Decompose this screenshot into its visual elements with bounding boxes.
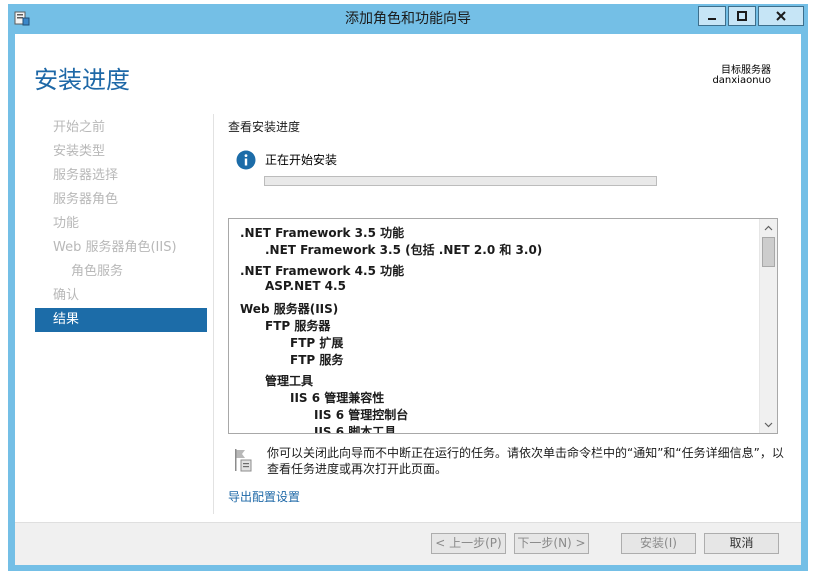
result-item: .NET Framework 3.5 功能	[240, 226, 405, 240]
result-item: ASP.NET 4.5	[265, 279, 346, 293]
close-button[interactable]	[758, 6, 804, 26]
cancel-button[interactable]: 取消	[704, 533, 779, 554]
result-item: 管理工具	[265, 374, 314, 388]
scroll-down-button[interactable]	[761, 417, 776, 432]
minimize-icon	[708, 18, 716, 20]
scroll-up-button[interactable]	[761, 220, 776, 235]
chevron-down-icon	[764, 422, 773, 427]
info-icon	[236, 150, 256, 170]
result-item: FTP 服务器	[265, 319, 331, 333]
nav-item-role-services[interactable]: 角色服务	[35, 260, 207, 284]
nav-item-before-you-begin[interactable]: 开始之前	[35, 116, 207, 140]
title-bar[interactable]: 添加角色和功能向导	[8, 4, 808, 34]
nav-divider	[213, 114, 214, 514]
install-button[interactable]: 安装(I)	[621, 533, 696, 554]
result-item: .NET Framework 3.5 (包括 .NET 2.0 和 3.0)	[265, 243, 543, 257]
result-item: FTP 服务	[290, 353, 344, 367]
wizard-footer: < 上一步(P) 下一步(N) > 安装(I) 取消	[15, 522, 801, 565]
result-item: IIS 6 脚本工具	[314, 425, 397, 433]
wizard-window: 添加角色和功能向导 安装进度 目标服务器 danxiaonuo 开始之前 安装类…	[8, 4, 808, 571]
previous-button[interactable]: < 上一步(P)	[431, 533, 506, 554]
background-task-note: 你可以关闭此向导而不中断正在运行的任务。请依次单击命令栏中的“通知”和“任务详细…	[267, 446, 784, 476]
chevron-up-icon	[764, 225, 773, 230]
install-status-text: 正在开始安装	[265, 153, 338, 167]
target-server-name: danxiaonuo	[712, 75, 771, 86]
target-server-label: 目标服务器	[721, 65, 771, 76]
results-listbox[interactable]: .NET Framework 3.5 功能 .NET Framework 3.5…	[228, 218, 778, 434]
results-scrollbar[interactable]	[759, 219, 777, 433]
results-list: .NET Framework 3.5 功能 .NET Framework 3.5…	[229, 219, 759, 433]
section-title: 查看安装进度	[228, 120, 301, 134]
scroll-thumb[interactable]	[762, 237, 775, 267]
wizard-nav: 开始之前 安装类型 服务器选择 服务器角色 功能 Web 服务器角色(IIS) …	[35, 116, 207, 332]
export-configuration-link[interactable]: 导出配置设置	[228, 488, 300, 505]
window-title: 添加角色和功能向导	[345, 11, 471, 27]
notification-flag-icon	[235, 449, 252, 472]
result-item: FTP 扩展	[290, 336, 344, 350]
nav-item-installation-type[interactable]: 安装类型	[35, 140, 207, 164]
maximize-button[interactable]	[728, 6, 756, 26]
maximize-icon	[737, 11, 747, 21]
close-icon	[776, 11, 786, 21]
nav-item-web-server-role[interactable]: Web 服务器角色(IIS)	[35, 236, 207, 260]
page-title: 安装进度	[34, 66, 130, 94]
wizard-body: 安装进度 目标服务器 danxiaonuo 开始之前 安装类型 服务器选择 服务…	[15, 34, 801, 565]
minimize-button[interactable]	[698, 6, 726, 26]
nav-item-results[interactable]: 结果	[35, 308, 207, 332]
nav-item-server-selection[interactable]: 服务器选择	[35, 164, 207, 188]
next-button[interactable]: 下一步(N) >	[514, 533, 589, 554]
result-item: Web 服务器(IIS)	[240, 302, 339, 316]
result-item: .NET Framework 4.5 功能	[240, 264, 405, 278]
nav-item-server-roles[interactable]: 服务器角色	[35, 188, 207, 212]
result-item: IIS 6 管理兼容性	[290, 391, 385, 405]
nav-item-features[interactable]: 功能	[35, 212, 207, 236]
result-item: IIS 6 管理控制台	[314, 408, 409, 422]
install-progress-bar	[264, 176, 657, 186]
nav-item-confirmation[interactable]: 确认	[35, 284, 207, 308]
